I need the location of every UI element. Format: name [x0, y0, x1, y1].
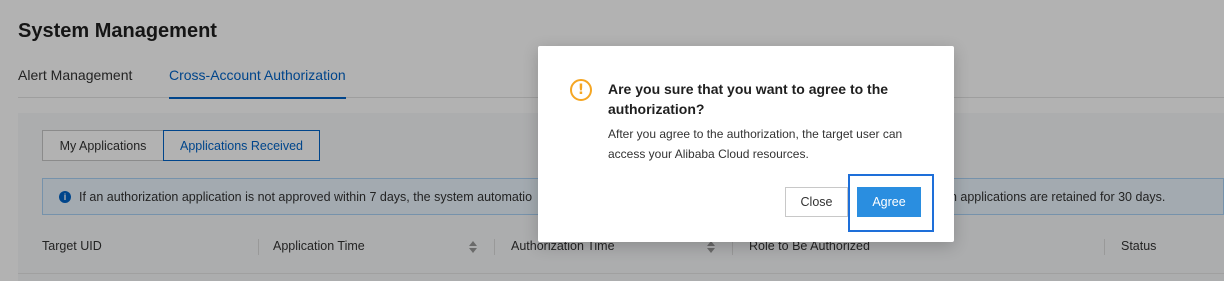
close-button[interactable]: Close	[785, 187, 848, 217]
confirm-dialog: ! Are you sure that you want to agree to…	[538, 46, 954, 242]
agree-button-highlight	[848, 174, 934, 232]
warning-icon: !	[570, 79, 592, 101]
dialog-body: After you agree to the authorization, th…	[608, 127, 903, 161]
dialog-title: Are you sure that you want to agree to t…	[608, 81, 889, 117]
